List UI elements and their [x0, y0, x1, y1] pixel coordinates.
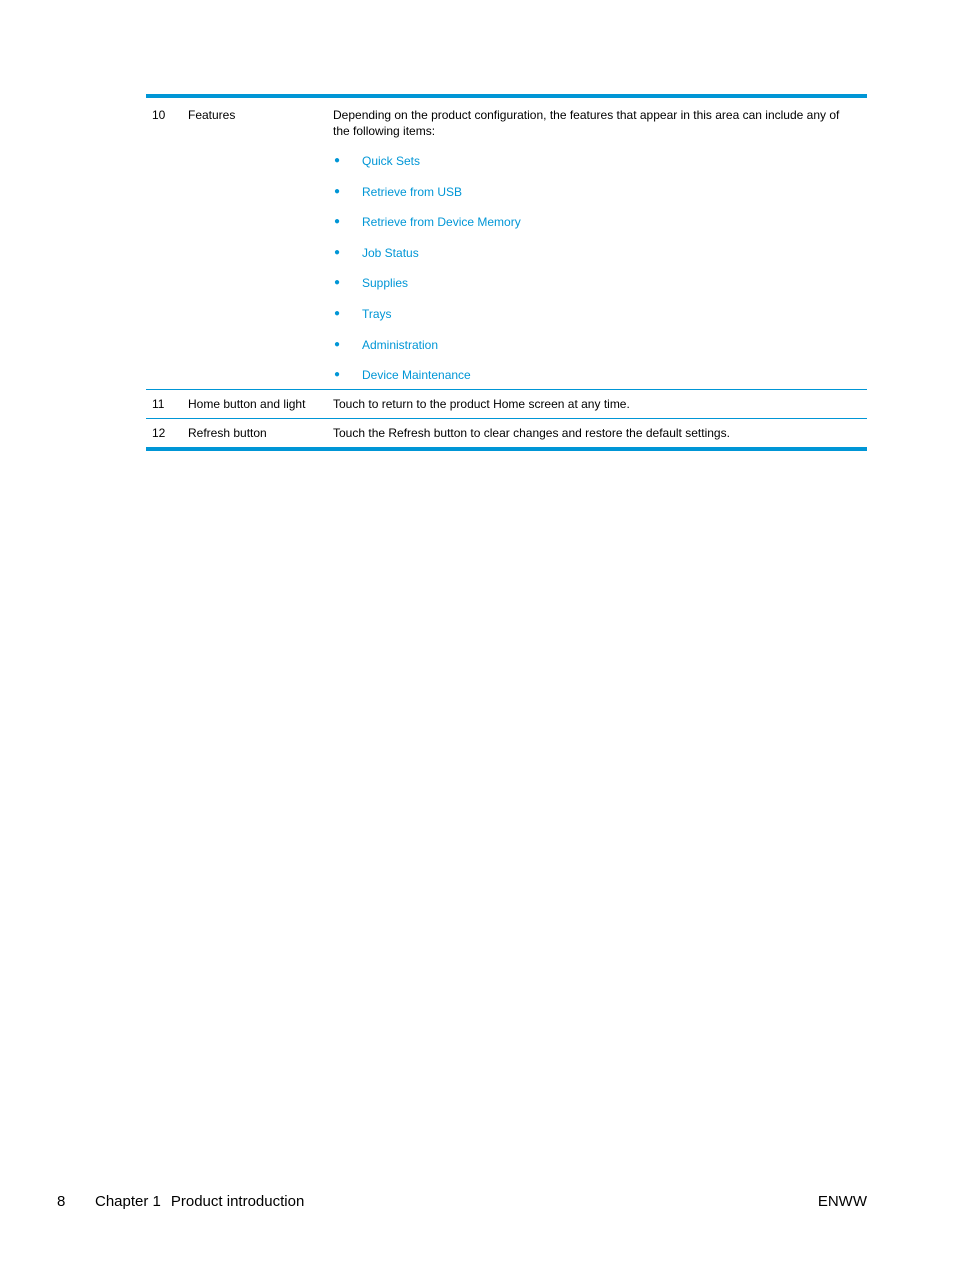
list-item: ● Retrieve from Device Memory [333, 214, 859, 230]
item-name: Features [188, 108, 236, 122]
page-number: 8 [57, 1193, 66, 1210]
chapter-heading: Chapter 1 Product introduction [95, 1192, 818, 1212]
item-name: Refresh button [188, 426, 267, 441]
link-device-maintenance[interactable]: Device Maintenance [362, 367, 471, 383]
item-description: Touch to return to the product Home scre… [333, 397, 630, 412]
bullet-icon: ● [334, 246, 341, 258]
item-number: 11 [152, 397, 165, 412]
link-administration[interactable]: Administration [362, 337, 438, 353]
link-trays[interactable]: Trays [362, 306, 392, 322]
list-item: ● Device Maintenance [333, 367, 859, 383]
page-footer: 8 Chapter 1 Product introduction ENWW [57, 1192, 867, 1212]
link-supplies[interactable]: Supplies [362, 275, 408, 291]
item-description: Touch the Refresh button to clear change… [333, 426, 730, 441]
list-item: ● Trays [333, 306, 859, 322]
features-list: ● Quick Sets ● Retrieve from USB ● Retrieve… [333, 153, 859, 383]
bullet-icon: ● [334, 277, 341, 289]
table-row: 12 Refresh button Touch the Refresh butt… [146, 418, 867, 447]
bullet-icon: ● [334, 155, 341, 166]
list-item: ● Administration [333, 337, 859, 353]
bullet-icon: ● [334, 216, 341, 228]
item-number: 10 [152, 108, 166, 122]
table-row: 10 Features Depending on the product con… [146, 98, 867, 389]
list-item: ● Retrieve from USB [333, 184, 859, 200]
bullet-icon: ● [334, 369, 341, 381]
bullet-icon: ● [334, 307, 341, 319]
list-item: ● Supplies [333, 275, 859, 291]
link-quick-sets[interactable]: Quick Sets [362, 153, 420, 169]
bullet-icon: ● [334, 185, 341, 197]
chapter-label: Chapter 1 [95, 1193, 161, 1210]
chapter-title: Product introduction [170, 1193, 305, 1210]
bullet-icon: ● [334, 338, 341, 350]
link-retrieve-from-device-memory[interactable]: Retrieve from Device Memory [362, 214, 521, 230]
locale-code: ENWW [817, 1193, 867, 1210]
link-job-status[interactable]: Job Status [362, 245, 419, 261]
list-item: ● Job Status [333, 245, 859, 261]
list-item: ● Quick Sets [333, 153, 859, 169]
link-retrieve-from-usb[interactable]: Retrieve from USB [362, 184, 462, 200]
features-table: 10 Features Depending on the product con… [146, 94, 867, 452]
item-description: Depending on the product configuration, … [333, 107, 867, 383]
item-name: Home button and light [188, 397, 306, 412]
table-row: 11 Home button and light Touch to return… [146, 389, 867, 418]
features-intro-text: Depending on the product configuration, … [333, 108, 840, 138]
item-number: 12 [152, 426, 166, 441]
